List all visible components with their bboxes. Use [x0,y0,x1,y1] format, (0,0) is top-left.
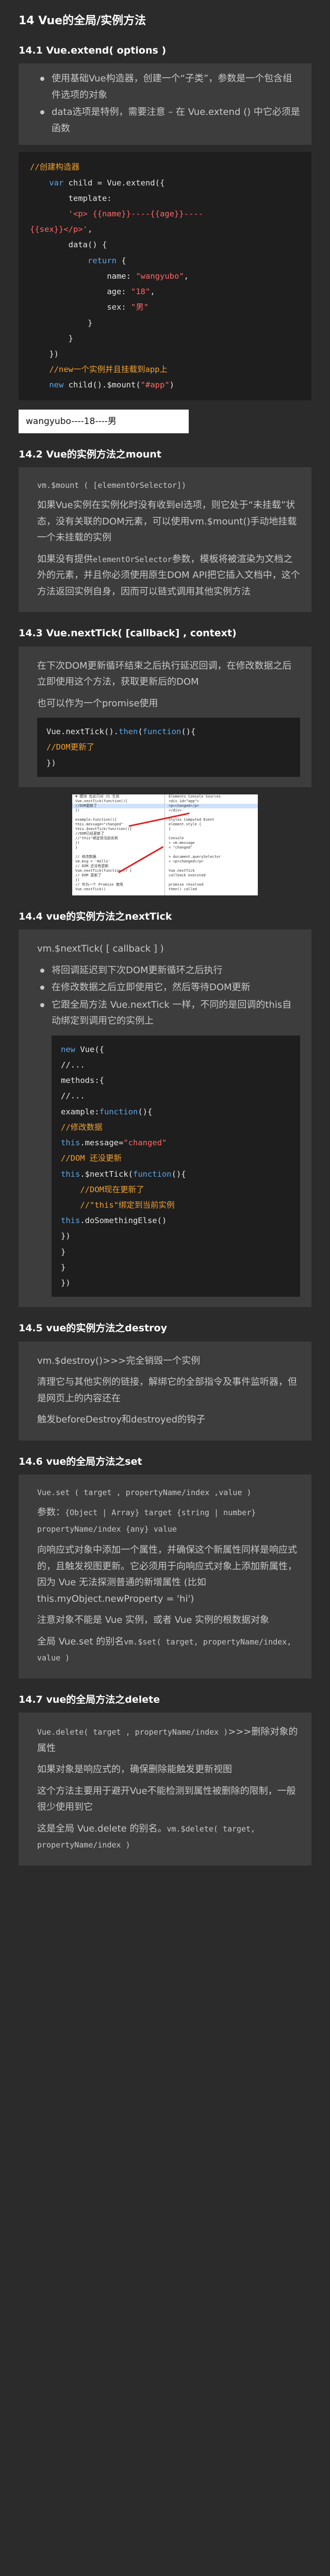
screenshot-row: this.message="changed" [75,822,123,826]
screenshot-row: //DOM已经更新了 [75,831,105,836]
nexttick-bullet: 将回调延迟到下次DOM更新循环之后执行 [37,962,300,979]
screenshot-source-pane: ▼ 模块 在此只对 JS 生效 Vue.nextTick(function(){… [72,794,165,895]
screenshot-row: }) [75,877,80,882]
page-title: 14 Vue的全局/实例方法 [19,14,146,27]
inline-code: {Object | Array} target {string | number… [37,1508,256,1534]
code-comment: //创建构造器 [30,162,80,172]
section-heading-mount: 14.2 Vue的实例方法之mount [19,448,161,460]
set-params: 参数：{Object | Array} target {string | num… [37,1507,256,1534]
screenshot-row: }) [75,808,80,812]
screenshot-devtools-pane: Elements Console Sources <div id="app"> <… [166,794,258,895]
nexttick-code-block: Vue.nextTick().then(function(){ //DOM更新了… [37,718,300,777]
set-description: Vue.set ( target , propertyName/index ,v… [19,1475,311,1679]
nexttick-paragraph: 在下次DOM更新循环结束之后执行延迟回调，在修改数据之后立即使用这个方法，获取更… [37,660,292,688]
screenshot-row: this.$nextTick(function(){ [75,826,132,831]
extend-bullet: data选项是特例，需要注意 – 在 Vue.extend () 中它必须是函数 [37,104,300,137]
destroy-paragraph: 触发beforeDestroy和destroyed的钩子 [37,1414,206,1426]
delete-description: Vue.delete( target , propertyName/index … [19,1713,311,1866]
screenshot-row: <p>changed</p> [166,803,258,808]
destroy-signature: vm.$destroy()>>>完全销毁一个实例 [37,1355,201,1366]
inline-code: elementOrSelector [93,554,172,564]
set-paragraph: 注意对象不能是 Vue 实例，或者 Vue 实例的根数据对象 [37,1615,270,1626]
screenshot-row [166,850,258,855]
delete-paragraph: 如果对象是响应式的，确保删除能触发更新视图 [37,1764,232,1775]
screenshot-row: // DOM 更新了 [75,873,102,877]
screenshot-row: ▼ 模块 在此只对 JS 生效 [75,794,120,799]
screenshot-row: Vue.nextTick(function(){ [75,799,128,803]
screenshot-row: // 修改数据 [75,854,96,859]
extend-code-block: //创建构造器 var child = Vue.extend({ templat… [19,152,311,400]
code-comment: //new一个实例并且挂载到app上 [49,365,168,375]
section-heading-extend: 14.1 Vue.extend( options ) [19,45,167,56]
mount-paragraph: 如果没有提供elementOrSelector参数，模板将被渲染为文档之外的元素… [37,553,300,597]
delete-paragraph: 这个方法主要用于避开Vue不能检测到属性被删除的限制，一般很少使用到它 [37,1785,296,1813]
mount-signature: vm.$mount ( [elementOrSelector]) [37,481,186,490]
instance-nexttick-description: vm.$nextTick( [ callback ] ) 将回调延迟到下次DOM… [19,929,311,1308]
screenshot-row: <div id="app"> [169,799,200,803]
nexttick-signature: vm.$nextTick( [ callback ] ) [37,943,164,955]
screenshot-row: > vm.message [169,840,195,845]
set-signature: Vue.set ( target , propertyName/index ,v… [37,1488,252,1498]
screenshot-row: } [169,826,171,831]
screenshot-row: > document.querySelector [169,854,221,859]
section-heading-set: 14.6 vue的全局方法之set [19,1455,142,1467]
screenshot-row: element.style { [169,822,202,826]
screenshot-row: then() called [169,887,197,891]
extend-bullet: 使用基础Vue构造器，创建一个“子类”，参数是一个包含组件选项的对象 [37,71,300,103]
screenshot-row: Vue.nextTick [169,868,195,873]
mount-paragraph: 如果Vue实例在实例化时没有收到el选项，则它处于“未挂载”状态，没有关联的DO… [37,500,297,544]
screenshot-row: // DOM 还没有更新 [75,863,109,868]
delete-signature: Vue.delete( target , propertyName/index … [37,1726,298,1754]
nexttick-paragraph: 也可以作为一个promise使用 [37,698,158,709]
screenshot-row: </div> [169,808,182,812]
screenshot-row: callback executed [169,873,206,877]
nexttick-bullet: 它跟全局方法 Vue.nextTick 一样，不同的是回调的this自动绑定到调… [37,997,300,1029]
screenshot-row [166,864,258,869]
set-paragraph: 向响应式对象中添加一个属性，并确保这个新属性同样是响应式的，且触发视图更新。它必… [37,1545,297,1604]
section-heading-delete: 14.7 vue的全局方法之delete [19,1693,160,1705]
set-paragraph: 全局 Vue.set 的别名vm.$set( target, propertyN… [37,1636,292,1663]
extend-description: 使用基础Vue构造器，创建一个“子类”，参数是一个包含组件选项的对象 data选… [19,63,311,145]
screenshot-row: //"this"绑定到当前实例 [75,836,118,840]
screenshot-row: vm.msg = 'Hello' [75,859,110,863]
screenshot-row: promise resolved [169,882,204,887]
screenshot-row: Elements Console Sources [169,794,221,799]
global-nexttick-description: 在下次DOM更新循环结束之后执行延迟回调，在修改数据之后立即使用这个方法，获取更… [19,646,311,787]
inline-code: Vue.delete( target , propertyName/index … [37,1727,228,1737]
screenshot-row: //DOM更新了 [72,803,164,808]
article: 14 Vue的全局/实例方法 14.1 Vue.extend( options … [0,0,330,1886]
screenshot-row: < <p>changed</p> [169,859,204,863]
destroy-paragraph: 清理它与其他实例的链接，解绑它的全部指令及事件监听器，但是网页上的内容还在 [37,1377,297,1404]
screenshot-row: < "changed" [169,845,193,850]
screenshot-row: Styles Computed Event [169,817,214,822]
render-result: wangyubo----18----男 [19,409,189,433]
screenshot-row [166,878,258,883]
screenshot-row [166,832,258,836]
section-heading-instance-nexttick: 14.4 vue的实例方法之nextTick [19,910,172,922]
destroy-description: vm.$destroy()>>>完全销毁一个实例 清理它与其他实例的链接，解绑它… [19,1341,311,1440]
screenshot-row: Vue.nextTick() [75,887,106,891]
screenshot-row: } [75,845,78,850]
screenshot-row: // 作为一个 Promise 使用 [75,882,123,887]
screenshot-row: }) [75,840,80,845]
devtools-screenshot: ▼ 模块 在此只对 JS 生效 Vue.nextTick(function(){… [72,794,258,895]
section-heading-global-nexttick: 14.3 Vue.nextTick( [callback] , context) [19,628,237,639]
delete-paragraph: 这是全局 Vue.delete 的别名。vm.$delete( target, … [37,1823,256,1850]
nexttick-bullet: 在修改数据之后立即使用它，然后等待DOM更新 [37,979,300,996]
instance-nexttick-code-block: new Vue({ //... methods:{ //... example:… [52,1035,300,1297]
mount-description: vm.$mount ( [elementOrSelector]) 如果Vue实例… [19,467,311,613]
section-heading-destroy: 14.5 vue的实例方法之destroy [19,1323,167,1334]
screenshot-row [72,813,164,818]
screenshot-row: Console [169,836,184,840]
